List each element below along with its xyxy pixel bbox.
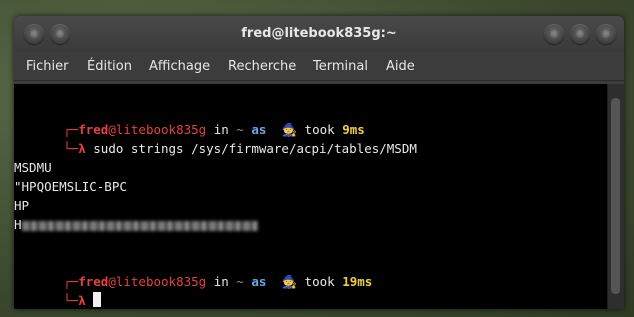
output-prefix: H <box>14 217 22 232</box>
wizard-icon: 🧙 <box>281 274 298 289</box>
lambda-symbol: λ <box>78 141 86 156</box>
scrollbar-thumb[interactable] <box>611 98 620 294</box>
lambda-corner: └─ <box>63 141 79 156</box>
menubar: Fichier Édition Affichage Recherche Term… <box>14 52 624 81</box>
prompt-time: 19ms <box>342 274 373 289</box>
menu-affichage[interactable]: Affichage <box>149 59 210 74</box>
menu-edition[interactable]: Édition <box>87 59 132 74</box>
input-line[interactable]: └─λ <box>18 272 102 309</box>
maximize-button[interactable] <box>570 24 590 44</box>
menu-fichier[interactable]: Fichier <box>26 59 69 74</box>
prompt-dir: ~ <box>236 274 244 289</box>
terminal-area[interactable]: ┌─fred@litebook835g in ~ as 🧙 took 9ms └… <box>14 84 608 309</box>
window-title: fred@litebook835g:~ <box>241 26 397 41</box>
lambda-symbol: λ <box>78 293 86 308</box>
prompt-as: as <box>243 274 274 289</box>
prompt-in: in <box>206 274 237 289</box>
terminal-window: fred@litebook835g:~ Fichier Édition Affi… <box>14 16 624 309</box>
redacted-key <box>21 220 258 231</box>
scrollbar[interactable] <box>607 84 624 309</box>
command-text: sudo strings /sys/firmware/acpi/tables/M… <box>85 141 417 156</box>
command-line: └─λ sudo strings /sys/firmware/acpi/tabl… <box>18 120 417 177</box>
menu-aide[interactable]: Aide <box>386 59 415 74</box>
output-line-redacted: H <box>14 215 258 234</box>
close-button[interactable] <box>596 24 616 44</box>
minimize-button[interactable] <box>544 24 564 44</box>
prompt-host: litebook835g <box>115 274 207 289</box>
lambda-corner: └─ <box>63 293 79 308</box>
output-line: MSDMU <box>14 160 52 175</box>
output-line: "HPQOEMSLIC-BPC <box>14 179 127 194</box>
prompt-at: @ <box>108 274 116 289</box>
prompt-took: took <box>297 274 343 289</box>
menu-recherche[interactable]: Recherche <box>228 59 296 74</box>
titlebar[interactable]: fred@litebook835g:~ <box>14 16 624 52</box>
text-cursor <box>93 292 102 307</box>
menu-terminal[interactable]: Terminal <box>313 59 368 74</box>
output-line: HP <box>14 198 30 213</box>
